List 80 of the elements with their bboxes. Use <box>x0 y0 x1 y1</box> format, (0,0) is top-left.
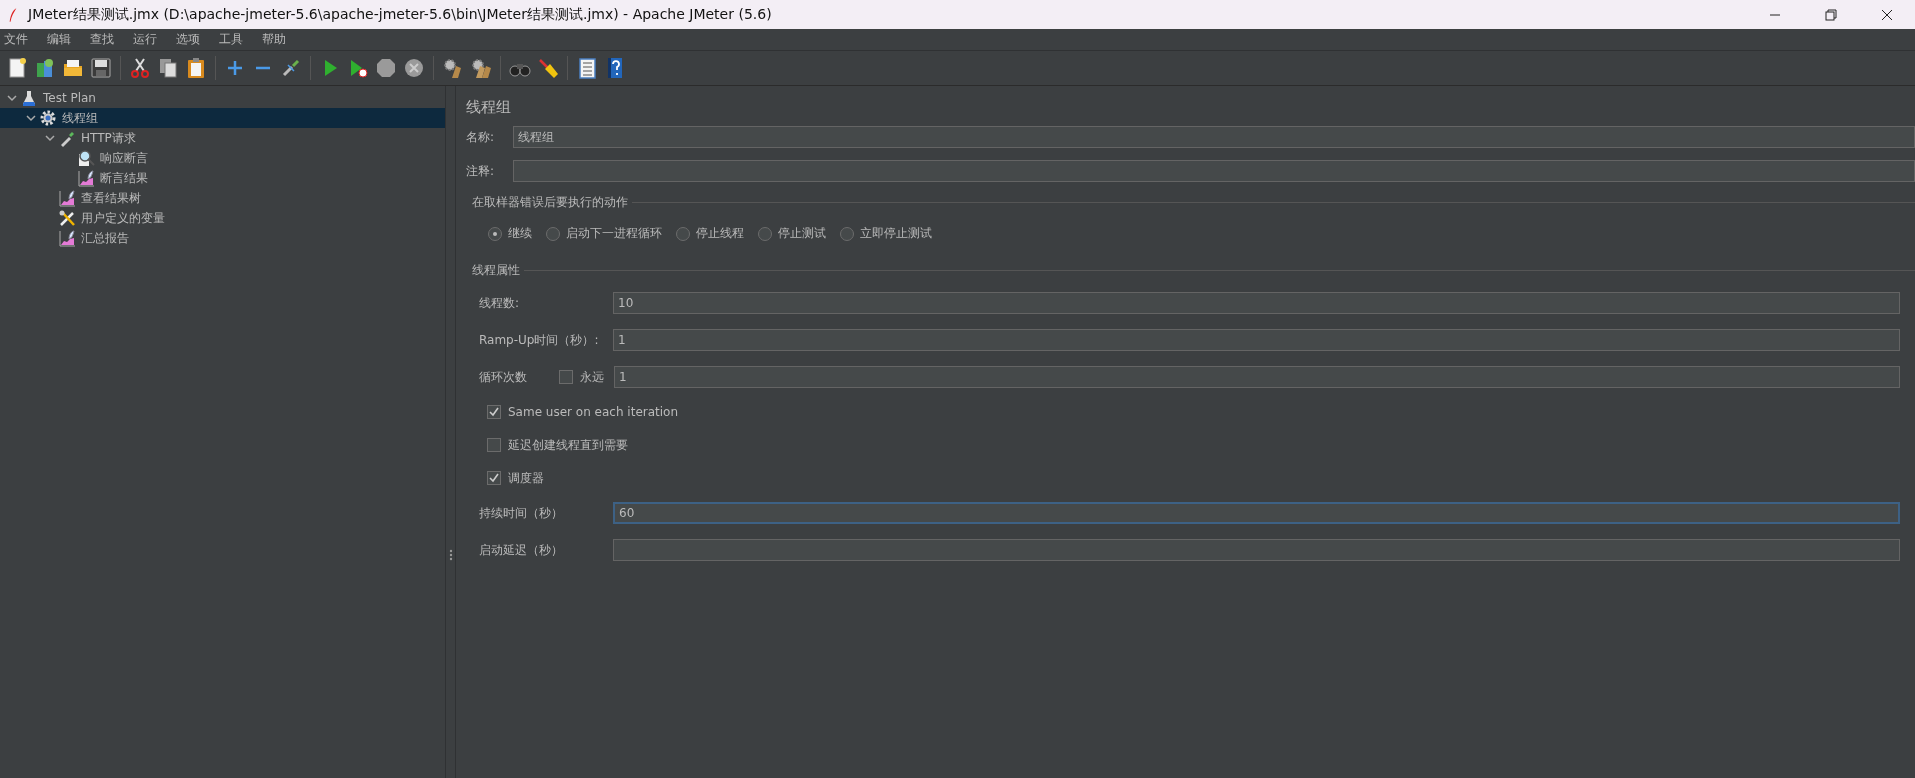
checkbox-label: 调度器 <box>508 469 544 487</box>
copy-icon[interactable] <box>157 57 179 79</box>
close-icon <box>1881 8 1893 21</box>
tools-icon <box>59 209 76 227</box>
tree-item[interactable]: 查看结果树 <box>81 189 141 207</box>
input-field[interactable] <box>613 539 1900 561</box>
radio-label: 继续 <box>508 225 532 242</box>
section-legend: 线程属性 <box>472 262 524 279</box>
wand-icon[interactable] <box>280 57 302 79</box>
radio-button[interactable] <box>676 226 690 241</box>
chevron-icon[interactable] <box>6 93 17 103</box>
tree-item[interactable]: 线程组 <box>62 109 98 127</box>
menu-item[interactable]: 工具 <box>219 31 250 48</box>
menu-item[interactable]: 文件 <box>4 31 35 48</box>
field-label: 线程数: <box>479 294 521 312</box>
tree-item[interactable]: 用户定义的变量 <box>81 209 165 227</box>
panel-title: 线程组 <box>466 98 512 117</box>
field-label: 注释: <box>466 162 496 180</box>
gear-icon <box>40 109 57 127</box>
tree-item[interactable]: 响应断言 <box>100 149 148 167</box>
clipboard-icon[interactable] <box>185 57 207 79</box>
tree-item[interactable]: 汇总报告 <box>81 229 129 247</box>
checkbox-label: 永远 <box>580 368 604 386</box>
magnifier-icon <box>78 149 95 167</box>
input-field[interactable]: 1 <box>614 366 1900 388</box>
broom-icon[interactable] <box>537 57 559 79</box>
menu-item[interactable]: 查找 <box>90 31 121 48</box>
checkbox[interactable] <box>559 370 573 384</box>
radio-label: 停止测试 <box>778 225 826 242</box>
radio-label: 启动下一进程循环 <box>566 225 662 242</box>
radio-button[interactable] <box>546 226 560 241</box>
input-field[interactable]: 60 <box>613 502 1900 524</box>
checkbox[interactable] <box>487 471 501 485</box>
restore-icon <box>1825 8 1837 21</box>
chevron-icon[interactable] <box>44 133 55 143</box>
radio-label: 立即停止测试 <box>860 225 932 242</box>
feather-icon <box>8 6 18 23</box>
menu-item[interactable]: 选项 <box>176 31 207 48</box>
flask-icon <box>21 89 38 107</box>
section-legend: 在取样器错误后要执行的动作 <box>472 194 632 211</box>
splitter-grip-icon[interactable] <box>448 549 453 561</box>
graph-icon <box>78 169 95 187</box>
tree-item[interactable]: 断言结果 <box>100 169 148 187</box>
stop-icon[interactable] <box>375 57 397 79</box>
field-label: 名称: <box>466 128 496 146</box>
chevron-icon[interactable] <box>25 113 36 123</box>
graph-icon <box>59 229 76 247</box>
dropper-icon <box>59 129 76 147</box>
radio-button[interactable] <box>840 226 854 241</box>
checkbox[interactable] <box>487 438 501 452</box>
list-icon[interactable] <box>576 57 598 79</box>
document-icon[interactable] <box>6 57 28 79</box>
menu-item[interactable]: 帮助 <box>262 31 293 48</box>
folder-icon[interactable] <box>62 57 84 79</box>
checkbox-label: 延迟创建线程直到需要 <box>508 436 628 454</box>
tree-item[interactable]: HTTP请求 <box>81 129 136 147</box>
gear-broom-icon[interactable] <box>442 57 464 79</box>
radio-button[interactable] <box>488 226 502 241</box>
comment-field[interactable] <box>513 160 1915 182</box>
checkbox[interactable] <box>487 405 501 419</box>
books-icon[interactable] <box>34 57 56 79</box>
field-label: 持续时间（秒） <box>479 504 564 522</box>
x-circle-icon[interactable] <box>403 57 425 79</box>
input-field[interactable]: 1 <box>613 329 1900 351</box>
field-label: 启动延迟（秒） <box>479 541 564 559</box>
menu-item[interactable]: 编辑 <box>47 31 78 48</box>
field-label: 循环次数 <box>479 368 528 386</box>
window-title: JMeter结果测试.jmx (D:\apache-jmeter-5.6\apache-jmeter-5.6\bin\JMeter结果测试.jmx) - Apache JMeter (5.6) <box>28 5 773 24</box>
checkbox-label: Same user on each iteration <box>508 405 679 419</box>
field-label: Ramp-Up时间（秒）: <box>479 331 600 349</box>
gear-broom-icon[interactable] <box>470 57 492 79</box>
radio-button[interactable] <box>758 226 772 241</box>
scissors-icon[interactable] <box>129 57 151 79</box>
graph-icon <box>59 189 76 207</box>
radio-label: 停止线程 <box>696 225 744 242</box>
tree-item[interactable]: Test Plan <box>43 91 96 105</box>
name-field[interactable]: 线程组 <box>513 126 1915 148</box>
tree-row-highlight[interactable]: 线程组 <box>0 108 445 128</box>
input-field[interactable]: 10 <box>613 292 1900 314</box>
menu-item[interactable]: 运行 <box>133 31 164 48</box>
